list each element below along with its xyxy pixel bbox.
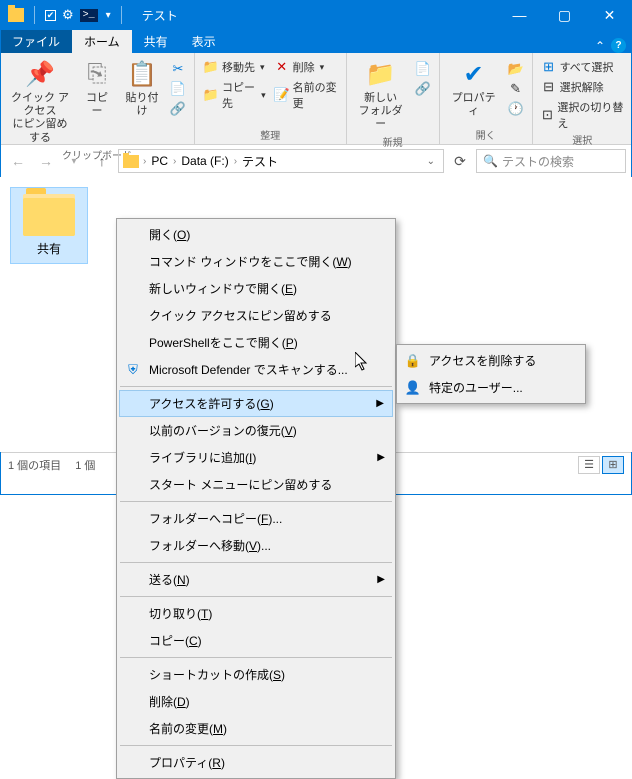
ctx-cut[interactable]: 切り取り(T) <box>119 600 393 627</box>
details-view-button[interactable]: ☰ <box>578 456 600 474</box>
tab-share[interactable]: 共有 <box>132 30 180 53</box>
tab-view[interactable]: 表示 <box>180 30 228 53</box>
ctx-copy[interactable]: コピー(C) <box>119 627 393 654</box>
app-folder-icon <box>8 8 24 22</box>
tab-home[interactable]: ホーム <box>72 30 132 53</box>
pin-quick-access-button[interactable]: 📌 クイック アクセス にピン留めする <box>6 56 74 147</box>
ctx-open[interactable]: 開く(O) <box>119 221 393 248</box>
ctx-pin-quick-access[interactable]: クイック アクセスにピン留めする <box>119 302 393 329</box>
group-organize-label: 整理 <box>201 127 340 144</box>
new-folder-button[interactable]: 📁 新しい フォルダー <box>353 56 409 134</box>
address-box[interactable]: › PC › Data (F:) › テスト ⌄ <box>118 149 444 173</box>
select-invert-button[interactable]: ⊡選択の切り替え <box>539 98 626 132</box>
shield-icon: ⛨ <box>125 362 141 378</box>
history-dropdown[interactable]: ▾ <box>62 149 86 173</box>
rename-button[interactable]: 📝名前の変更 <box>272 78 340 112</box>
cut-button[interactable]: ✂ <box>168 60 188 78</box>
crumb-drive[interactable]: Data (F:) <box>178 153 231 169</box>
address-dropdown-icon[interactable]: ⌄ <box>423 156 439 167</box>
ctx-cmd-here[interactable]: コマンド ウィンドウをここで開く(W) <box>119 248 393 275</box>
context-menu: 開く(O) コマンド ウィンドウをここで開く(W) 新しいウィンドウで開く(E)… <box>116 218 396 779</box>
minimize-button[interactable]: — <box>497 0 542 30</box>
properties-button[interactable]: ✔ プロパティ <box>446 56 502 120</box>
ctx-new-window[interactable]: 新しいウィンドウで開く(E) <box>119 275 393 302</box>
paste-button[interactable]: 📋 貼り付け <box>120 56 164 147</box>
ctx-prev-versions[interactable]: 以前のバージョンの復元(V) <box>119 417 393 444</box>
powershell-icon[interactable]: >_ <box>80 9 98 22</box>
group-select-label: 選択 <box>539 132 626 149</box>
maximize-button[interactable]: ▢ <box>542 0 587 30</box>
select-all-button[interactable]: ⊞すべて選択 <box>539 58 626 76</box>
sub-specific-users[interactable]: 👤特定のユーザー... <box>399 374 583 401</box>
copy-to-button[interactable]: 📁コピー先▾ <box>201 78 268 112</box>
copy-button[interactable]: ⎘ コピー <box>78 56 116 147</box>
ctx-copy-to-folder[interactable]: フォルダーへコピー(F)... <box>119 505 393 532</box>
delete-button[interactable]: ✕削除▾ <box>272 58 340 76</box>
ribbon: 📌 クイック アクセス にピン留めする ⎘ コピー 📋 貼り付け ✂ 📄 🔗 ク… <box>0 53 632 145</box>
folder-icon <box>23 194 75 236</box>
context-submenu-access: 🔒アクセスを削除する 👤特定のユーザー... <box>396 344 586 404</box>
qat-dropdown-icon[interactable]: ▾ <box>106 10 111 21</box>
select-none-button[interactable]: ⊟選択解除 <box>539 78 626 96</box>
new-item-button[interactable]: 📄 <box>413 60 433 78</box>
ctx-rename[interactable]: 名前の変更(M) <box>119 715 393 742</box>
edit-button[interactable]: ✎ <box>506 80 526 98</box>
icons-view-button[interactable]: ⊞ <box>602 456 624 474</box>
ctx-defender-scan[interactable]: ⛨Microsoft Defender でスキャンする... <box>119 356 393 383</box>
back-button[interactable]: ← <box>6 149 30 173</box>
ctx-properties[interactable]: プロパティ(R) <box>119 749 393 776</box>
address-bar: ← → ▾ ↑ › PC › Data (F:) › テスト ⌄ ⟳ 🔍 テスト… <box>0 145 632 177</box>
forward-button: → <box>34 149 58 173</box>
ctx-move-to-folder[interactable]: フォルダーへ移動(V)... <box>119 532 393 559</box>
selected-count: 1 個 <box>75 457 95 473</box>
ribbon-tabs: ファイル ホーム 共有 表示 ⌃ ? <box>0 30 632 53</box>
open-button[interactable]: 📂 <box>506 60 526 78</box>
help-icon[interactable]: ? <box>611 38 626 53</box>
window-title: テスト <box>142 7 178 24</box>
search-input[interactable]: 🔍 テストの検索 <box>476 149 626 173</box>
titlebar: ✔ ⚙ >_ ▾ テスト — ▢ ✕ <box>0 0 632 30</box>
history-button[interactable]: 🕐 <box>506 100 526 118</box>
ctx-powershell-here[interactable]: PowerShellをここで開く(P) <box>119 329 393 356</box>
gear-icon[interactable]: ⚙ <box>62 7 74 23</box>
ribbon-collapse-icon[interactable]: ⌃ <box>595 39 605 53</box>
folder-item[interactable]: 共有 <box>10 187 88 264</box>
ctx-delete[interactable]: 削除(D) <box>119 688 393 715</box>
group-open-label: 開く <box>446 127 526 144</box>
item-count: 1 個の項目 <box>8 457 61 473</box>
person-icon: 👤 <box>405 380 421 396</box>
search-placeholder: テストの検索 <box>502 153 574 170</box>
crumb-folder[interactable]: テスト <box>239 152 281 171</box>
ctx-shortcut[interactable]: ショートカットの作成(S) <box>119 661 393 688</box>
lock-icon: 🔒 <box>405 353 421 369</box>
ctx-grant-access[interactable]: アクセスを許可する(G)▶ <box>119 390 393 417</box>
up-button[interactable]: ↑ <box>90 149 114 173</box>
ctx-add-library[interactable]: ライブラリに追加(I)▶ <box>119 444 393 471</box>
close-button[interactable]: ✕ <box>587 0 632 30</box>
refresh-button[interactable]: ⟳ <box>448 149 472 173</box>
copy-path-button[interactable]: 📄 <box>168 80 188 98</box>
submenu-arrow-icon: ▶ <box>376 398 384 409</box>
checkbox-icon[interactable]: ✔ <box>45 10 56 21</box>
ctx-send-to[interactable]: 送る(N)▶ <box>119 566 393 593</box>
item-label: 共有 <box>13 240 85 257</box>
address-folder-icon <box>123 155 139 168</box>
sub-remove-access[interactable]: 🔒アクセスを削除する <box>399 347 583 374</box>
search-icon: 🔍 <box>483 154 498 168</box>
move-to-button[interactable]: 📁移動先▾ <box>201 58 268 76</box>
group-new-label: 新規 <box>353 134 433 151</box>
tab-file[interactable]: ファイル <box>0 30 72 53</box>
easy-access-button[interactable]: 🔗 <box>413 80 433 98</box>
crumb-pc[interactable]: PC <box>148 153 171 169</box>
ctx-pin-start[interactable]: スタート メニューにピン留めする <box>119 471 393 498</box>
paste-shortcut-button[interactable]: 🔗 <box>168 100 188 118</box>
